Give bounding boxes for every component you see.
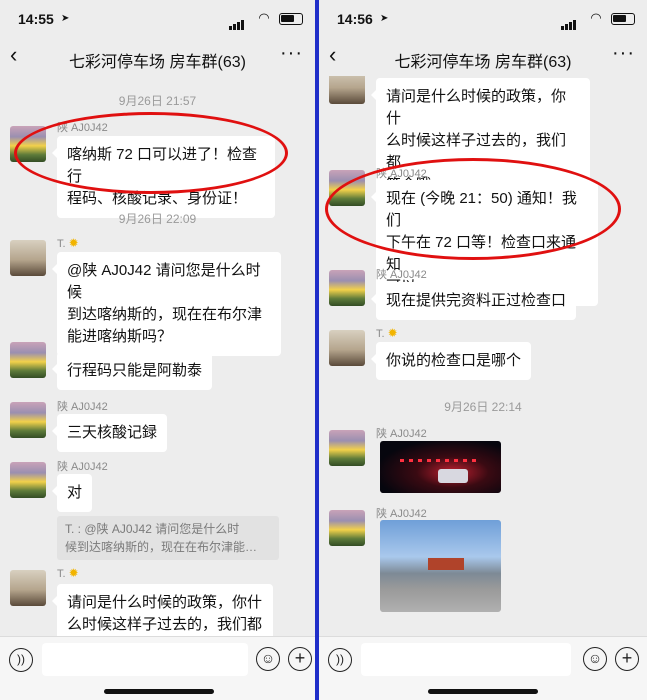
sunflower-icon: ✹ xyxy=(68,566,79,580)
message-list[interactable]: 请问是什么时候的政策，你什 么时候这样子过去的，我们都 符合哦 陕 AJ0J42… xyxy=(319,76,647,636)
message-text: 请问是什么时候的政策，你什 xyxy=(386,88,567,127)
status-bar: 14:56 ➤ ◠ xyxy=(319,0,647,38)
avatar[interactable] xyxy=(329,170,365,206)
home-indicator xyxy=(428,689,538,694)
message-list[interactable]: 9月26日 21:57 陕 AJ0J42 喀纳斯 72 口可以进了！检查行 程码… xyxy=(0,76,315,636)
message-bubble[interactable]: 喀纳斯 72 口可以进了！检查行 程码、核酸记录、身份证！ xyxy=(52,136,275,218)
avatar[interactable] xyxy=(10,126,46,162)
right-phone-screen: 14:56 ➤ ◠ ‹ 七彩河停车场 房车群(63) ··· 请问是什么时候的政… xyxy=(319,0,647,700)
plus-icon[interactable]: + xyxy=(288,647,312,671)
more-icon[interactable]: ··· xyxy=(280,42,303,65)
left-phone-screen: 14:55 ➤ ◠ ‹ 七彩河停车场 房车群(63) ··· 9月26日 21:… xyxy=(0,0,315,700)
sender-name: T. ✹ xyxy=(57,566,79,580)
message-text: 么时候这样子过去的，我们都 xyxy=(67,616,263,633)
image-car xyxy=(438,469,468,483)
sender-name: 陕 AJ0J42 xyxy=(376,428,427,440)
sender-name: 陕 AJ0J42 xyxy=(376,168,427,180)
message-text: 现在 (今晚 21：50) 通知！我们 xyxy=(386,190,577,229)
message-input[interactable] xyxy=(42,643,248,676)
avatar[interactable] xyxy=(10,462,46,498)
battery-icon xyxy=(611,13,635,25)
avatar[interactable] xyxy=(10,342,46,378)
image-message[interactable] xyxy=(380,441,501,493)
chat-header: ‹ 七彩河停车场 房车群(63) ··· xyxy=(319,38,647,76)
timestamp: 9月26日 22:09 xyxy=(118,212,197,226)
message-bubble[interactable]: 现在提供完资料正过检查口 xyxy=(370,282,577,320)
sunflower-icon: ✹ xyxy=(387,326,398,340)
sender-name: T. ✹ xyxy=(376,326,398,340)
avatar[interactable] xyxy=(329,270,365,306)
quote-text: T. : @陕 AJ0J42 请问您是什么时 xyxy=(65,522,240,536)
more-icon[interactable]: ··· xyxy=(612,42,635,65)
input-bar: )) ☺ + xyxy=(0,636,315,700)
message-bubble[interactable]: 三天核酸记録 xyxy=(51,414,168,452)
message-bubble[interactable]: 你说的检查口是哪个 xyxy=(370,342,532,380)
message-text: 能进喀纳斯吗？ xyxy=(67,328,173,345)
location-arrow-icon: ➤ xyxy=(61,13,70,24)
sender-name: 陕 AJ0J42 xyxy=(57,122,108,134)
reply-quote[interactable]: T. : @陕 AJ0J42 请问您是什么时 候到达喀纳斯的，现在在布尔津能… xyxy=(57,516,279,560)
sunflower-icon: ✹ xyxy=(68,236,79,250)
chat-header: ‹ 七彩河停车场 房车群(63) ··· xyxy=(0,38,315,76)
status-time: 14:56 xyxy=(337,11,373,27)
status-time: 14:55 xyxy=(18,11,54,27)
chat-title: 七彩河停车场 房车群(63) xyxy=(394,54,572,71)
status-bar: 14:55 ➤ ◠ xyxy=(0,0,315,38)
signal-icon xyxy=(561,14,577,30)
timestamp: 9月26日 21:57 xyxy=(118,94,197,108)
avatar[interactable] xyxy=(10,402,46,438)
message-input[interactable] xyxy=(361,643,571,676)
image-checkpoint xyxy=(428,558,464,570)
voice-icon[interactable]: )) xyxy=(9,648,33,672)
emoji-icon[interactable]: ☺ xyxy=(583,647,607,671)
timestamp: 9月26日 22:14 xyxy=(444,400,522,414)
sender-name: 陕 AJ0J42 xyxy=(57,401,108,413)
image-lights xyxy=(400,459,481,462)
message-bubble[interactable]: 行程码只能是阿勒泰 xyxy=(51,352,213,390)
location-arrow-icon: ➤ xyxy=(380,13,389,24)
message-text: @陕 AJ0J42 请问您是什么时候 xyxy=(67,262,261,301)
voice-icon[interactable]: )) xyxy=(328,648,352,672)
wifi-icon: ◠ xyxy=(259,10,269,25)
emoji-icon[interactable]: ☺ xyxy=(256,647,280,671)
avatar[interactable] xyxy=(329,430,365,466)
home-indicator xyxy=(104,689,214,694)
message-text: 请问是什么时候的政策，你什 xyxy=(67,594,263,611)
sender-name: 陕 AJ0J42 xyxy=(376,269,427,281)
wifi-icon: ◠ xyxy=(591,10,601,25)
quote-text: 候到达喀纳斯的，现在在布尔津能… xyxy=(65,540,258,554)
avatar[interactable] xyxy=(329,510,365,546)
battery-icon xyxy=(279,13,303,25)
message-text: 到达喀纳斯的，现在在布尔津 xyxy=(67,306,263,323)
message-text: 喀纳斯 72 口可以进了！检查行 xyxy=(67,146,258,185)
avatar[interactable] xyxy=(10,240,46,276)
avatar[interactable] xyxy=(329,330,365,366)
message-bubble[interactable]: 对 xyxy=(51,474,93,512)
message-bubble[interactable]: 请问是什么时候的政策，你什 么时候这样子过去的，我们都 xyxy=(52,584,273,636)
avatar[interactable] xyxy=(329,76,365,104)
chat-title: 七彩河停车场 房车群(63) xyxy=(69,54,246,71)
message-bubble[interactable]: @陕 AJ0J42 请问您是什么时候 到达喀纳斯的，现在在布尔津 能进喀纳斯吗？ xyxy=(52,252,281,356)
avatar[interactable] xyxy=(10,570,46,606)
sender-name: 陕 AJ0J42 xyxy=(376,508,427,520)
sender-name: 陕 AJ0J42 xyxy=(57,461,108,473)
input-bar: )) ☺ + xyxy=(319,636,647,700)
message-text: 程码、核酸记录、身份证！ xyxy=(67,190,248,207)
plus-icon[interactable]: + xyxy=(615,647,639,671)
sender-name: T. ✹ xyxy=(57,236,79,250)
image-message[interactable] xyxy=(380,520,501,612)
signal-icon xyxy=(229,14,245,30)
